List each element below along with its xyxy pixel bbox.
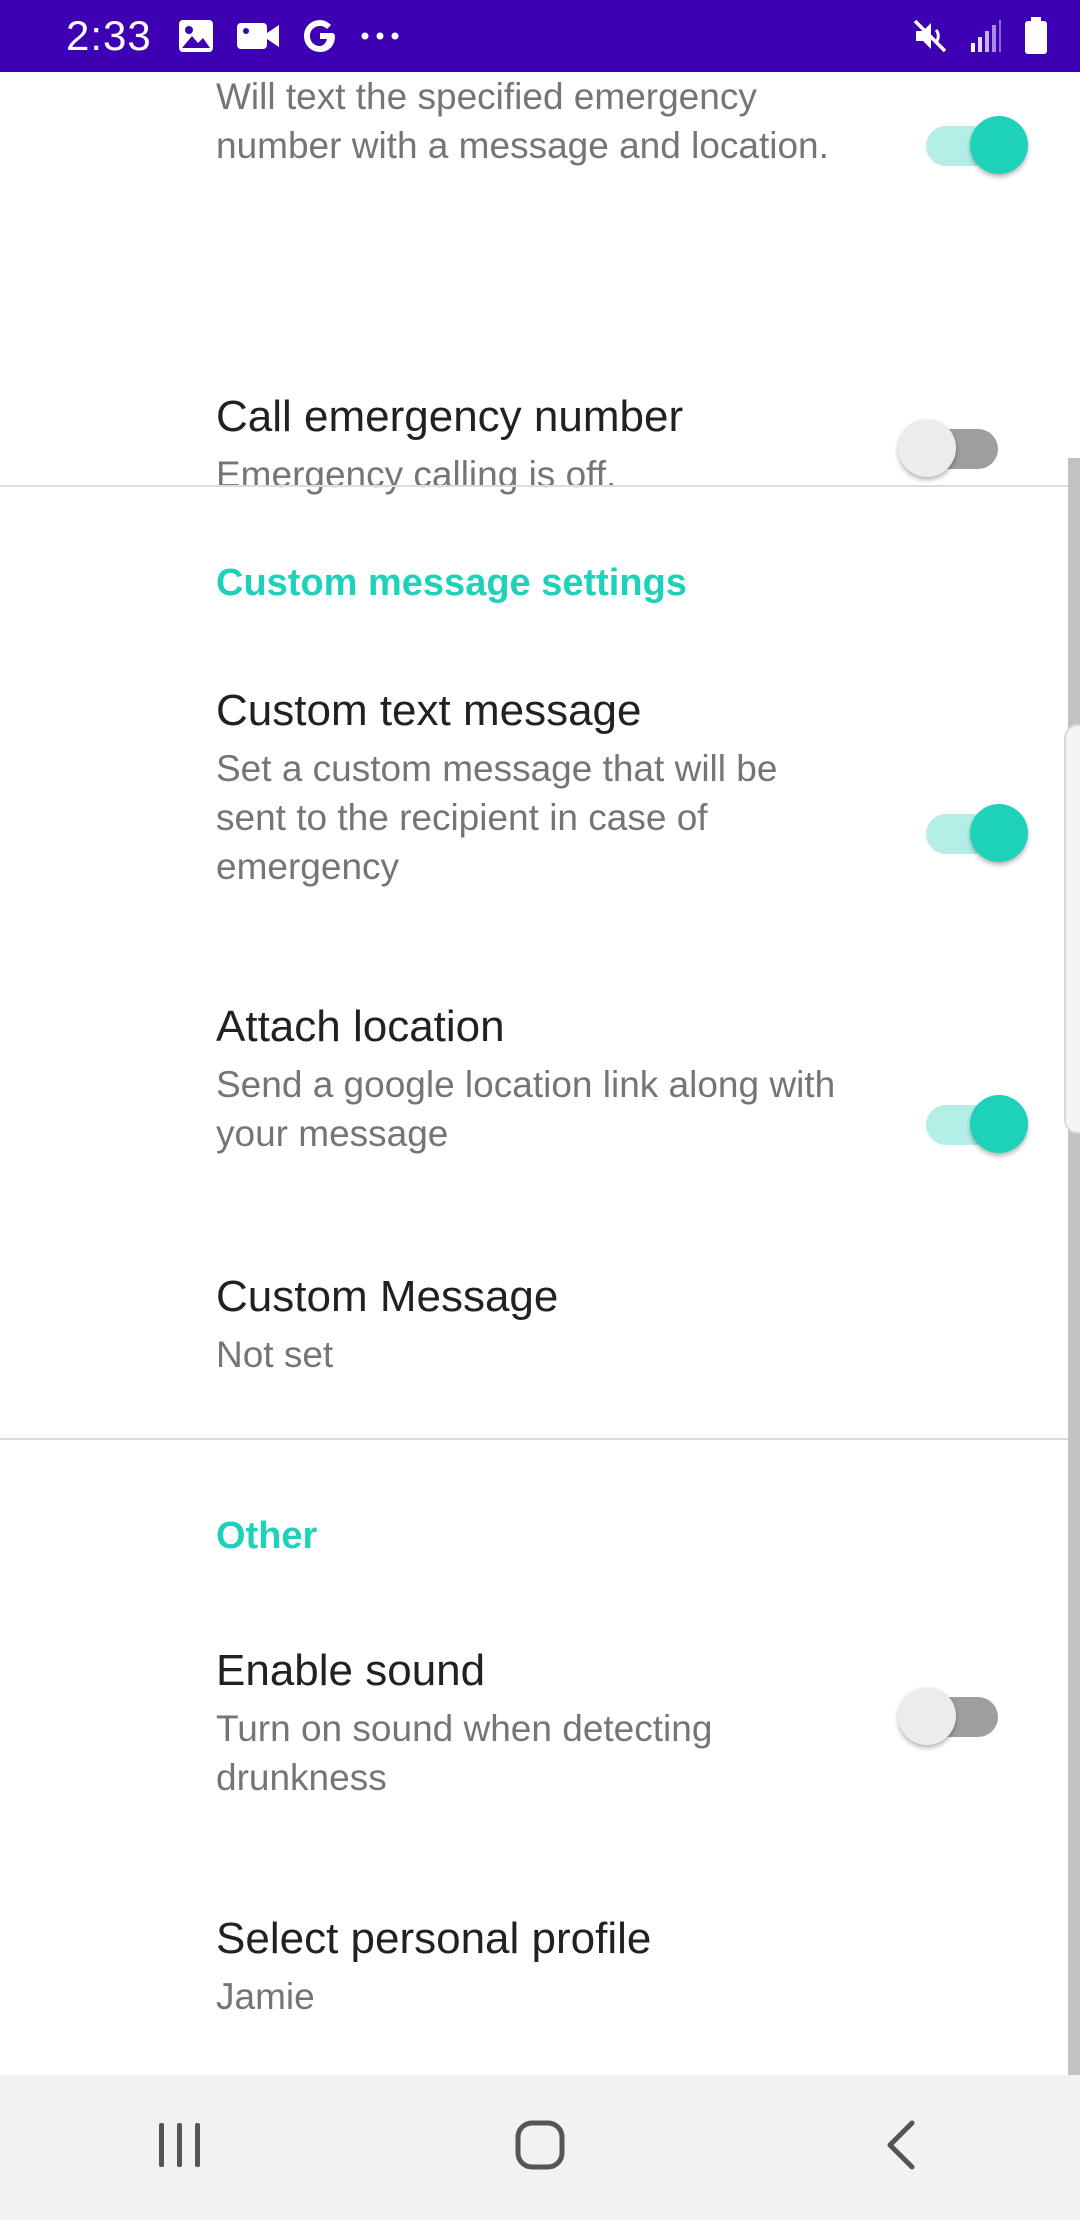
pref-summary: Emergency calling is off. [216, 454, 617, 495]
recents-icon [155, 2121, 205, 2174]
pref-title: Call emergency number [216, 392, 684, 441]
back-button[interactable] [810, 2088, 990, 2208]
switch-thumb [898, 419, 956, 477]
status-bar: 2:33 [0, 0, 1080, 72]
pref-custom-message[interactable]: Custom Message Not set [0, 1262, 1080, 1442]
pref-summary: Jamie [216, 1976, 315, 2017]
status-time: 2:33 [66, 12, 152, 59]
mute-icon [912, 18, 948, 54]
recents-button[interactable] [90, 2088, 270, 2208]
pref-summary: Turn on sound when detecting drunkness [216, 1708, 713, 1798]
pref-personal-profile[interactable]: Select personal profile Jamie [0, 1902, 1080, 2072]
pref-summary: Will text the specified emergency number… [216, 76, 829, 166]
pref-custom-text-message[interactable]: Custom text message Set a custom message… [0, 672, 1080, 972]
section-divider [0, 485, 1080, 487]
back-icon [882, 2119, 918, 2176]
category-custom-message-settings: Custom message settings [216, 562, 687, 604]
scrollbar-track[interactable] [1068, 458, 1080, 2075]
scrollbar-thumb[interactable] [1064, 724, 1080, 1134]
battery-icon [1024, 17, 1048, 55]
image-icon [178, 19, 214, 53]
pref-enable-sound[interactable]: Enable sound Turn on sound when detectin… [0, 1632, 1080, 1882]
pref-title: Enable sound [216, 1646, 486, 1695]
status-icons-right [912, 17, 1048, 55]
status-icons-left [178, 18, 400, 54]
switch-thumb [970, 804, 1028, 862]
switch-thumb [970, 116, 1028, 174]
enable-sound-switch[interactable] [898, 1679, 1008, 1749]
switch-thumb [970, 1095, 1028, 1153]
text-emergency-switch[interactable] [918, 108, 1028, 178]
custom-text-switch[interactable] [918, 796, 1028, 866]
pref-attach-location[interactable]: Attach location Send a google location l… [0, 992, 1080, 1242]
pref-text-emergency[interactable]: Will text the specified emergency number… [0, 72, 1080, 272]
pref-summary: Send a google location link along with y… [216, 1064, 836, 1154]
pref-title: Custom Message [216, 1272, 559, 1321]
home-button[interactable] [450, 2088, 630, 2208]
home-icon [514, 2119, 566, 2176]
pref-call-emergency[interactable]: Call emergency number Emergency calling … [0, 292, 1080, 495]
pref-summary: Not set [216, 1334, 334, 1375]
more-icon [360, 31, 400, 41]
attach-location-switch[interactable] [918, 1087, 1028, 1157]
navigation-bar [0, 2075, 1080, 2220]
pref-title: Attach location [216, 1002, 505, 1051]
pref-summary: Set a custom message that will be sent t… [216, 748, 778, 887]
google-icon [302, 18, 338, 54]
call-emergency-switch[interactable] [898, 411, 1008, 481]
switch-thumb [898, 1687, 956, 1745]
section-divider [0, 1438, 1080, 1440]
settings-list[interactable]: Will text the specified emergency number… [0, 72, 1080, 2075]
pref-title: Custom text message [216, 686, 642, 735]
category-other: Other [216, 1515, 318, 1557]
signal-icon [970, 19, 1002, 53]
video-icon [236, 20, 280, 52]
pref-title: Select personal profile [216, 1914, 652, 1963]
